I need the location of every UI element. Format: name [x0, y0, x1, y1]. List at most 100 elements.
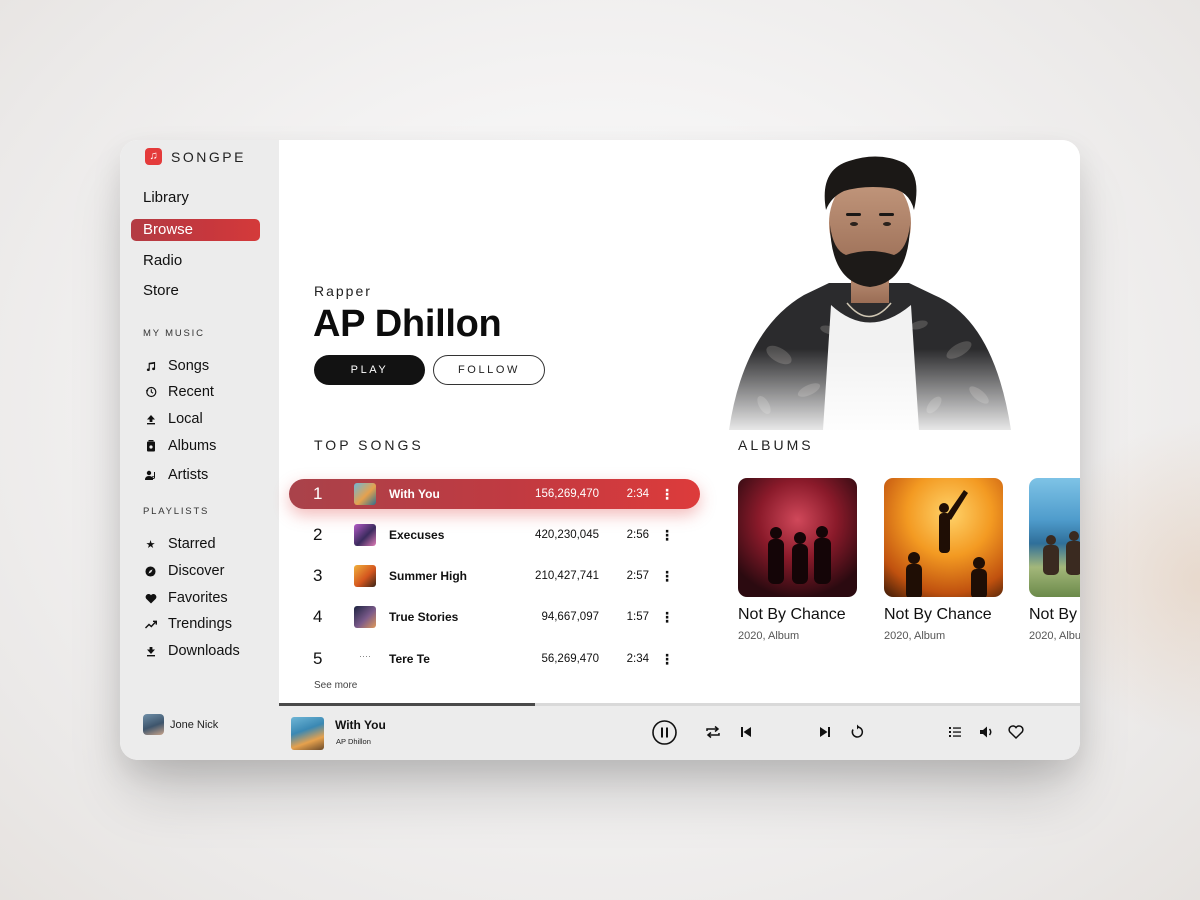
sidebar-item-label: Downloads: [168, 643, 240, 659]
song-plays: 420,230,045: [535, 529, 599, 541]
song-duration: 2:34: [626, 653, 649, 665]
song-thumbnail: [354, 483, 376, 505]
main-content: Rapper AP Dhillon PLAY FOLLOW TOP SONGS …: [279, 140, 1080, 703]
nav-item-browse[interactable]: Browse: [131, 219, 260, 241]
song-title: True Stories: [389, 610, 459, 624]
pause-button[interactable]: [652, 720, 677, 745]
upload-icon: [143, 414, 158, 425]
sidebar-item-label: Recent: [168, 384, 214, 400]
sidebar-item-recent[interactable]: Recent: [143, 382, 214, 402]
brand-name: SONGPE: [171, 148, 246, 165]
song-rank: 3: [313, 566, 323, 585]
previous-icon[interactable]: [737, 723, 755, 741]
replay-icon[interactable]: [848, 723, 866, 741]
queue-icon[interactable]: [946, 723, 964, 741]
song-title: Tere Te: [389, 652, 430, 666]
follow-button[interactable]: FOLLOW: [433, 355, 545, 385]
sidebar-item-songs[interactable]: Songs: [143, 356, 209, 376]
song-thumbnail: ····: [359, 651, 371, 661]
avatar: [143, 714, 164, 735]
volume-icon[interactable]: [978, 723, 996, 741]
album-card[interactable]: Not By Chance 2020, Album: [1029, 478, 1080, 642]
sidebar-item-label: Favorites: [168, 590, 228, 606]
see-more-link[interactable]: See more: [314, 680, 357, 691]
sidebar-item-downloads[interactable]: Downloads: [143, 641, 240, 661]
artist-photo: [719, 155, 1019, 440]
repeat-icon[interactable]: [704, 723, 722, 741]
artist-genre: Rapper: [314, 283, 372, 299]
song-duration: 2:34: [626, 488, 649, 500]
sidebar-item-artists[interactable]: Artists: [143, 465, 208, 485]
user-profile[interactable]: Jone Nick: [143, 714, 218, 735]
heart-icon: [143, 593, 158, 604]
top-songs-heading: TOP SONGS: [314, 437, 424, 453]
table-row[interactable]: 1 With You 156,269,470 2:34 ⋮: [289, 479, 700, 509]
song-title: With You: [389, 487, 440, 501]
album-cover: [1029, 478, 1080, 597]
album-cover: [884, 478, 1003, 597]
progress-fill: [279, 703, 536, 706]
star-icon: ★: [145, 538, 156, 551]
album-card[interactable]: Not By Chance 2020, Album: [738, 478, 858, 642]
more-options-icon[interactable]: ⋮: [649, 609, 674, 626]
nav-item-radio[interactable]: Radio: [131, 250, 260, 272]
music-note-icon: [143, 361, 158, 372]
artists-icon: [143, 470, 158, 481]
album-meta: 2020, Album: [884, 630, 946, 642]
more-options-icon[interactable]: ⋮: [649, 651, 674, 668]
download-icon: [143, 646, 158, 657]
table-row[interactable]: 4 True Stories 94,667,097 1:57 ⋮: [289, 602, 700, 632]
heart-icon[interactable]: [1007, 723, 1025, 741]
playlists-heading: PLAYLISTS: [143, 506, 210, 517]
more-options-icon[interactable]: ⋮: [649, 527, 674, 544]
pause-icon: [652, 720, 677, 745]
sidebar-item-label: Albums: [168, 438, 217, 454]
more-options-icon[interactable]: ⋮: [649, 486, 674, 503]
sidebar-item-label: Discover: [168, 563, 225, 579]
song-duration: 2:57: [626, 570, 649, 582]
song-plays: 94,667,097: [541, 611, 599, 623]
table-row[interactable]: 5 ···· Tere Te 56,269,470 2:34 ⋮: [289, 644, 700, 674]
progress-bar[interactable]: [279, 703, 1080, 706]
sidebar-item-label: Artists: [168, 467, 209, 483]
more-options-icon[interactable]: ⋮: [649, 568, 674, 585]
song-plays: 56,269,470: [541, 653, 599, 665]
next-icon[interactable]: [816, 723, 834, 741]
song-rank: 1: [313, 484, 323, 503]
song-plays: 210,427,741: [535, 570, 599, 582]
trending-icon: [143, 620, 158, 629]
now-playing-artwork[interactable]: [291, 717, 324, 750]
album-card[interactable]: Not By Chance 2020, Album: [884, 478, 1004, 642]
table-row[interactable]: 2 Execuses 420,230,045 2:56 ⋮: [289, 520, 700, 550]
now-playing-artist: AP Dhillon: [336, 737, 371, 746]
sidebar-item-local[interactable]: Local: [143, 409, 203, 429]
song-duration: 1:57: [626, 611, 649, 623]
table-row[interactable]: 3 Summer High 210,427,741 2:57 ⋮: [289, 561, 700, 591]
sidebar-item-albums[interactable]: Albums: [143, 436, 216, 456]
sidebar-item-favorites[interactable]: Favorites: [143, 588, 228, 608]
album-cover: [738, 478, 857, 597]
song-rank: 5: [313, 649, 323, 668]
sidebar-item-label: Songs: [168, 358, 210, 374]
sidebar-item-discover[interactable]: Discover: [143, 561, 224, 581]
album-meta: 2020, Album: [1029, 630, 1080, 642]
song-plays: 156,269,470: [535, 488, 599, 500]
song-thumbnail: [354, 565, 376, 587]
album-name: Not By Chance: [1029, 606, 1080, 623]
sidebar-item-starred[interactable]: ★ Starred: [143, 534, 216, 554]
song-rank: 4: [313, 607, 323, 626]
album-icon: [143, 440, 158, 452]
album-name: Not By Chance: [884, 606, 992, 623]
sidebar: ♫ SONGPE Library Browse Radio Store MY M…: [120, 140, 279, 760]
nav-item-library[interactable]: Library: [131, 187, 260, 209]
player-bar: With You AP Dhillon: [279, 703, 1080, 760]
compass-icon: [143, 565, 158, 577]
sidebar-item-label: Local: [168, 411, 203, 427]
nav-item-store[interactable]: Store: [131, 280, 260, 302]
brand[interactable]: ♫ SONGPE: [145, 148, 246, 165]
sidebar-item-trendings[interactable]: Trendings: [143, 614, 232, 634]
song-duration: 2:56: [626, 529, 649, 541]
artist-name: AP Dhillon: [313, 303, 502, 345]
play-button[interactable]: PLAY: [314, 355, 425, 385]
albums-heading: ALBUMS: [738, 437, 814, 453]
